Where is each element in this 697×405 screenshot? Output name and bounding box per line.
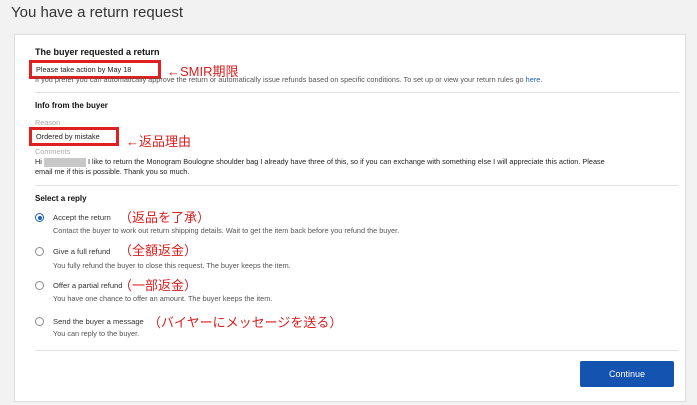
return-request-panel: The buyer requested a return Please take…: [14, 34, 686, 402]
option-label: Accept the return: [53, 213, 111, 222]
redacted-name: [43, 157, 86, 167]
option-description: Contact the buyer to work out return shi…: [53, 226, 400, 235]
return-rules-sentence: If you prefer you can automatically appr…: [35, 75, 524, 84]
radio-button[interactable]: [35, 281, 44, 290]
request-heading: The buyer requested a return: [35, 47, 160, 57]
option-description: You can reply to the buyer.: [53, 329, 140, 338]
reason-box: Ordered by mistake: [29, 127, 119, 146]
reason-label: Reason: [35, 118, 61, 127]
continue-button[interactable]: Continue: [580, 361, 674, 387]
return-rules-end: .: [540, 75, 543, 84]
radio-button[interactable]: [35, 247, 44, 256]
buyer-info-heading: Info from the buyer: [35, 101, 108, 110]
reason-annotation: ←返品理由: [126, 134, 192, 149]
option-annotation: （バイヤーにメッセージを送る）: [148, 315, 343, 330]
divider: [35, 92, 679, 93]
radio-button[interactable]: [35, 317, 44, 326]
option-annotation: （全額返金）: [119, 243, 198, 258]
option-annotation: （一部返金）: [119, 278, 198, 293]
comment-text-line1: Hi I like to return the Monogram Boulogn…: [35, 157, 605, 167]
divider: [35, 185, 679, 186]
return-rules-link[interactable]: here: [526, 75, 541, 84]
option-label: Give a full refund: [53, 247, 111, 256]
option-description: You have one chance to offer an amount. …: [53, 294, 273, 303]
option-label: Offer a partial refund: [53, 281, 123, 290]
return-rules-text: If you prefer you can automatically appr…: [35, 75, 542, 84]
option-annotation: （返品を了承）: [119, 210, 211, 225]
radio-button[interactable]: [35, 213, 44, 222]
deadline-text: Please take action by May 18: [36, 65, 132, 74]
page-title: You have a return request: [11, 4, 184, 21]
option-description: You fully refund the buyer to close this…: [53, 261, 291, 270]
comment-body: I like to return the Monogram Boulogne s…: [87, 157, 605, 166]
option-label: Send the buyer a message: [53, 317, 144, 326]
comment-greeting: Hi: [35, 157, 42, 166]
comment-text-line2: email me if this is possible. Thank you …: [35, 167, 190, 176]
comments-label: Comments: [35, 147, 71, 156]
select-reply-heading: Select a reply: [35, 194, 87, 203]
reason-value: Ordered by mistake: [36, 132, 100, 141]
divider: [35, 350, 679, 351]
